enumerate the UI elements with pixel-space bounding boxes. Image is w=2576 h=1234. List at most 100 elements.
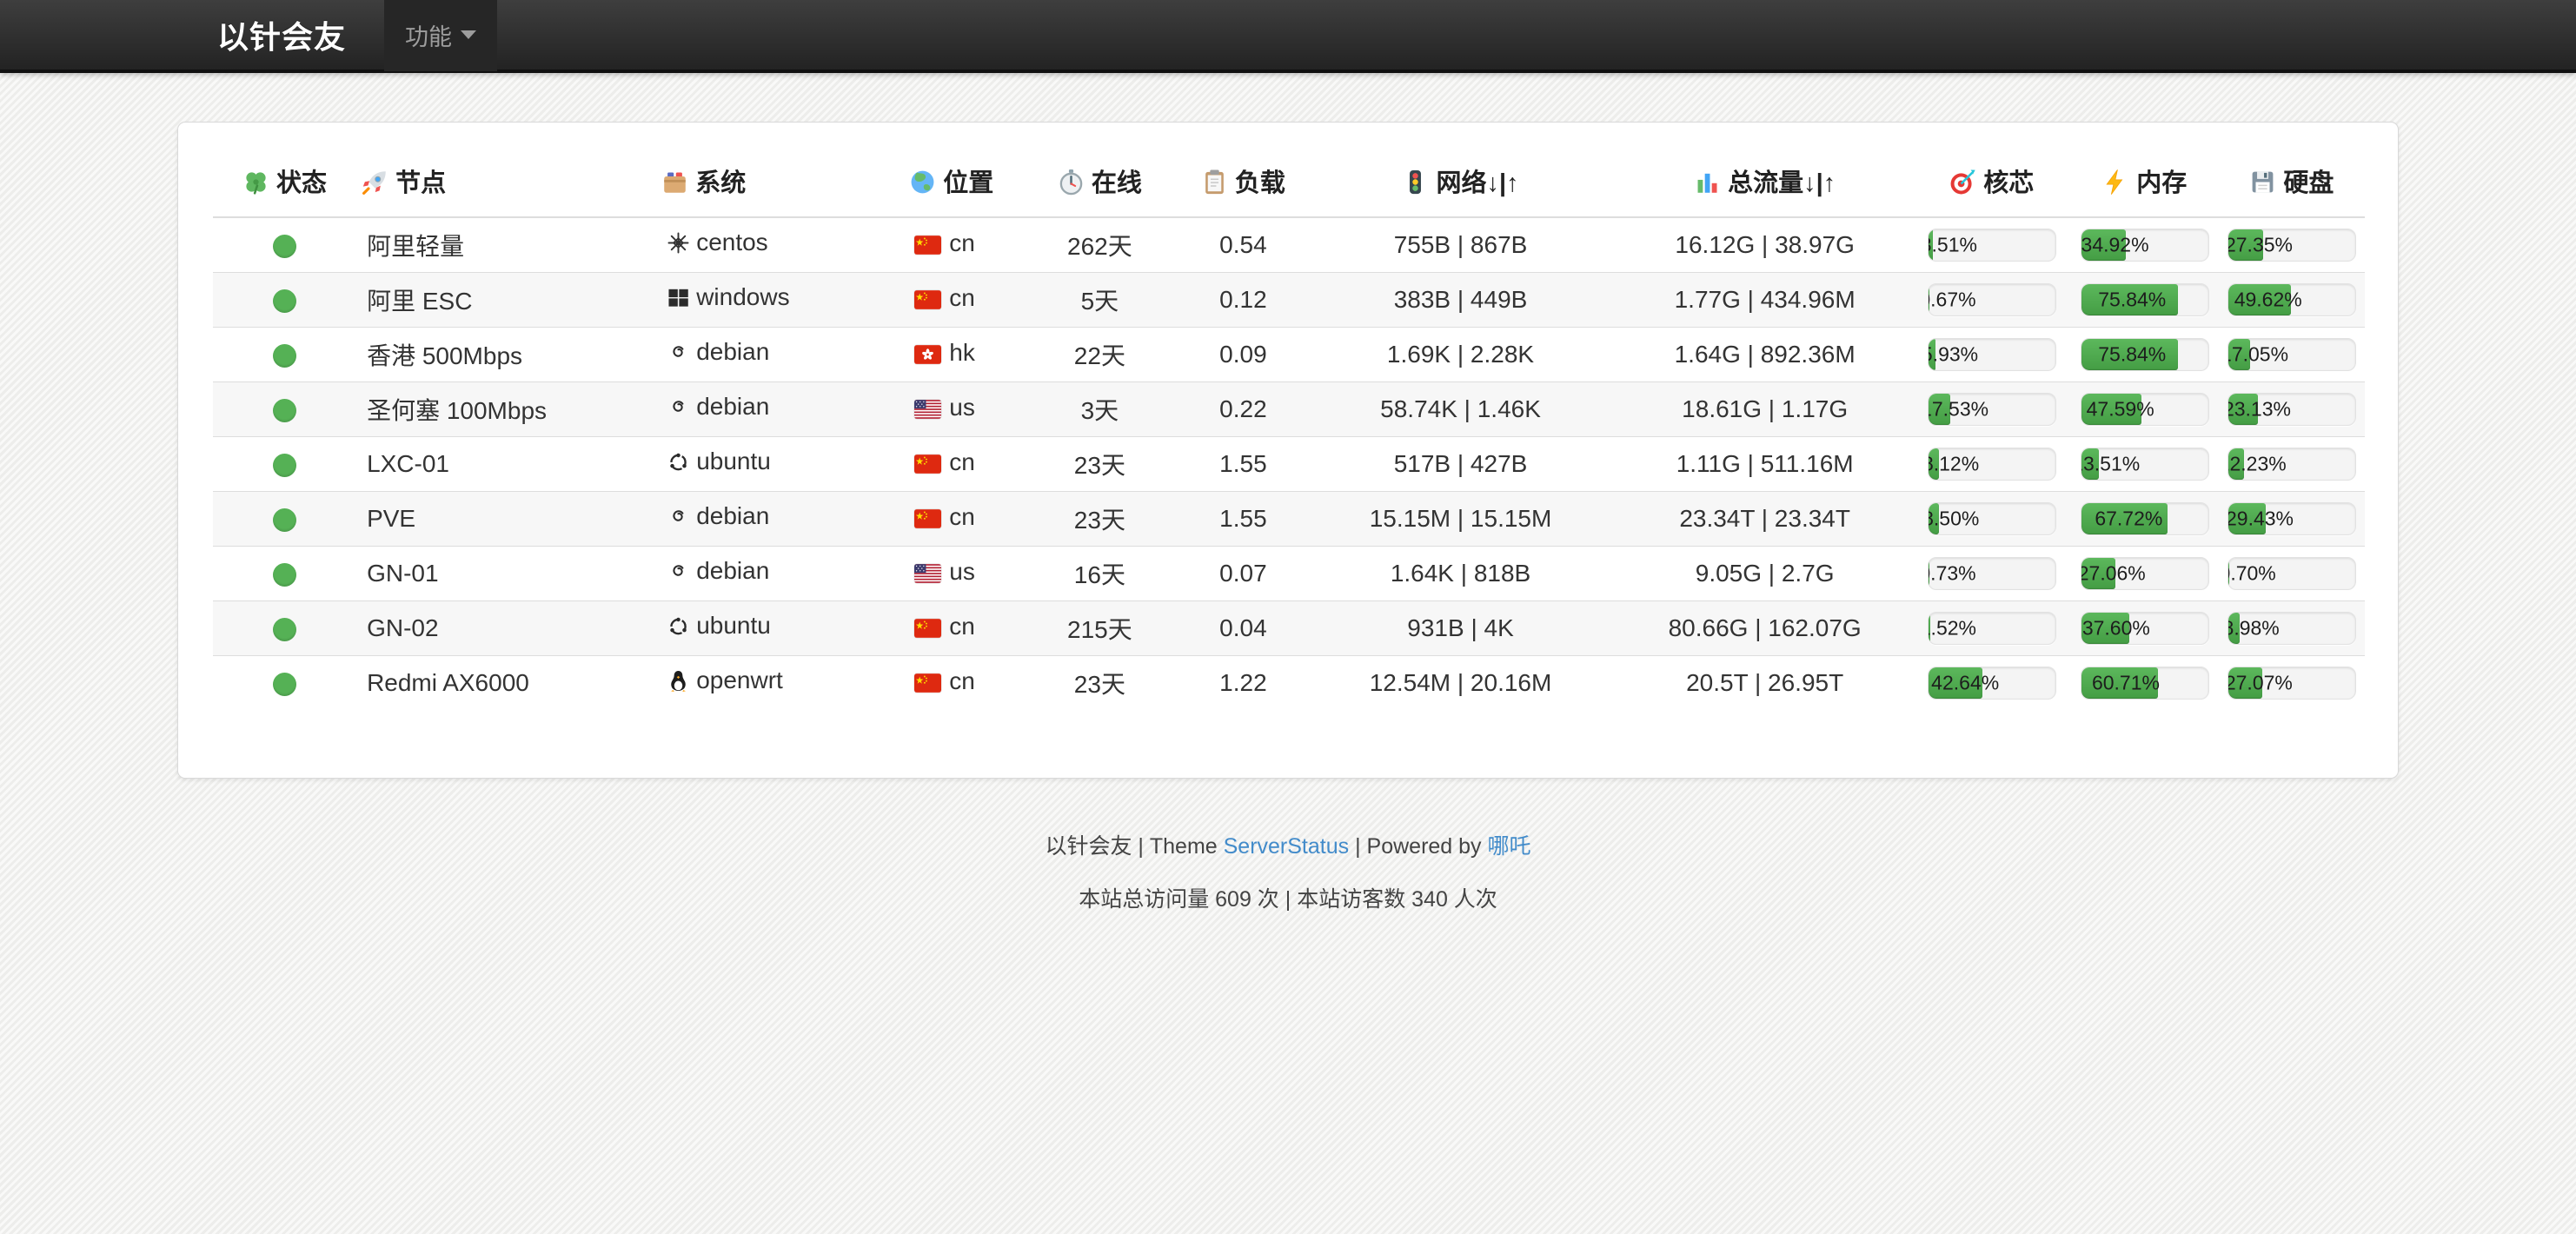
location-cell: us [904, 381, 1017, 436]
os-cell: ubuntu [656, 436, 904, 491]
cpu-percent-label: 0.73% [1928, 561, 1976, 585]
column-header-11: 硬盘 [2219, 145, 2365, 217]
uptime-cell: 16天 [1017, 546, 1182, 600]
disk-percent-label: 27.07% [2227, 671, 2293, 694]
network-speed-cell: 517B | 427B [1304, 436, 1617, 491]
status-cell [213, 491, 356, 546]
column-header-label: 负载 [1235, 169, 1285, 197]
load-cell: 0.54 [1182, 217, 1304, 272]
features-menu[interactable]: 功能 [384, 0, 497, 71]
disk-progress-bar: 17.05% [2227, 338, 2356, 371]
disk-progress-bar: 27.35% [2227, 229, 2356, 262]
network-speed-cell: 383B | 449B [1304, 272, 1617, 327]
cn-flag-icon [914, 452, 941, 480]
traffic-light-icon [1402, 169, 1429, 202]
disk-percent-label: 23.13% [2227, 397, 2291, 421]
network-speed-cell: 15.15M | 15.15M [1304, 491, 1617, 546]
memory-progress-bar: 67.72% [2081, 502, 2209, 535]
brand-link[interactable]: 以针会友 [217, 12, 346, 57]
disk-cell: 27.07% [2219, 655, 2365, 710]
server-row[interactable]: GN-02ubuntucn215天0.04931B | 4K80.66G | 1… [213, 600, 2365, 655]
memory-percent-label: 34.92% [2081, 233, 2149, 256]
memory-cell: 27.06% [2071, 546, 2219, 600]
floppy-disk-icon [2249, 169, 2276, 202]
memory-progress-bar: 37.60% [2081, 612, 2209, 645]
server-row[interactable]: PVEdebiancn23天1.5515.15M | 15.15M23.34T … [213, 491, 2365, 546]
location-label: cn [949, 229, 975, 256]
memory-cell: 13.51% [2071, 436, 2219, 491]
memory-percent-label: 60.71% [2092, 671, 2160, 694]
hk-flag-icon [914, 342, 941, 370]
load-cell: 0.12 [1182, 272, 1304, 327]
column-header-6: 负载 [1182, 145, 1304, 217]
location-cell: cn [904, 436, 1017, 491]
memory-progress-bar: 75.84% [2081, 338, 2209, 371]
disk-progress-bar: 27.07% [2227, 667, 2356, 700]
status-cell [213, 327, 356, 381]
status-cell [213, 272, 356, 327]
bar-chart-icon [1694, 169, 1721, 202]
memory-cell: 75.84% [2071, 327, 2219, 381]
server-row[interactable]: 香港 500Mbpsdebianhk22天0.091.69K | 2.28K1.… [213, 327, 2365, 381]
dart-icon [1949, 169, 1976, 202]
node-name: GN-01 [356, 546, 656, 600]
uptime-cell: 23天 [1017, 491, 1182, 546]
powered-by-link[interactable]: 哪吒 [1488, 834, 1531, 859]
column-header-label: 内存 [2136, 169, 2187, 197]
memory-progress-bar: 60.71% [2081, 667, 2209, 700]
load-cell: 1.22 [1182, 655, 1304, 710]
rocket-icon [362, 169, 388, 202]
node-name: PVE [356, 491, 656, 546]
memory-progress-bar: 34.92% [2081, 229, 2209, 262]
memory-percent-label: 75.84% [2098, 288, 2166, 311]
column-header-7: 网络↓|↑ [1304, 145, 1617, 217]
location-cell: cn [904, 272, 1017, 327]
location-label: cn [949, 284, 975, 311]
status-online-dot [273, 454, 296, 477]
cpu-cell: 3.51% [1913, 217, 2071, 272]
total-traffic-cell: 23.34T | 23.34T [1617, 491, 1913, 546]
cpu-progress-bar: 17.53% [1928, 393, 2056, 426]
status-cell [213, 381, 356, 436]
memory-cell: 34.92% [2071, 217, 2219, 272]
cn-flag-icon [914, 288, 941, 315]
cpu-progress-bar: 1.52% [1928, 612, 2056, 645]
memory-percent-label: 27.06% [2081, 561, 2146, 585]
os-cell: ubuntu [656, 600, 904, 655]
disk-cell: 23.13% [2219, 381, 2365, 436]
load-cell: 1.55 [1182, 491, 1304, 546]
network-speed-cell: 1.69K | 2.28K [1304, 327, 1617, 381]
server-row[interactable]: 阿里轻量centoscn262天0.54755B | 867B16.12G | … [213, 217, 2365, 272]
server-row[interactable]: GN-01debianus16天0.071.64K | 818B9.05G | … [213, 546, 2365, 600]
os-label: windows [696, 283, 789, 310]
memory-percent-label: 37.60% [2082, 616, 2150, 640]
disk-percent-label: 12.23% [2227, 452, 2287, 475]
cpu-cell: 1.52% [1913, 600, 2071, 655]
column-header-label: 状态 [276, 169, 327, 197]
disk-percent-label: 17.05% [2227, 342, 2288, 366]
disk-cell: 12.23% [2219, 436, 2365, 491]
cpu-percent-label: 17.53% [1928, 397, 1988, 421]
node-name: 圣何塞 100Mbps [356, 381, 656, 436]
network-speed-cell: 755B | 867B [1304, 217, 1617, 272]
memory-progress-bar: 75.84% [2081, 283, 2209, 316]
status-cell [213, 546, 356, 600]
disk-percent-label: 29.43% [2227, 507, 2294, 530]
uptime-cell: 215天 [1017, 600, 1182, 655]
server-row[interactable]: 阿里 ESCwindowscn5天0.12383B | 449B1.77G | … [213, 272, 2365, 327]
cpu-cell: 17.53% [1913, 381, 2071, 436]
os-label: openwrt [696, 667, 783, 693]
memory-cell: 60.71% [2071, 655, 2219, 710]
server-row[interactable]: Redmi AX6000openwrtcn23天1.2212.54M | 20.… [213, 655, 2365, 710]
cpu-progress-bar: 0.67% [1928, 283, 2056, 316]
cpu-percent-label: 3.51% [1928, 233, 1977, 256]
theme-link[interactable]: ServerStatus [1224, 834, 1350, 859]
status-online-dot [273, 508, 296, 532]
server-row[interactable]: LXC-01ubuntucn23天1.55517B | 427B1.11G | … [213, 436, 2365, 491]
cpu-progress-bar: 8.12% [1928, 448, 2056, 481]
server-row[interactable]: 圣何塞 100Mbpsdebianus3天0.2258.74K | 1.46K1… [213, 381, 2365, 436]
cn-flag-icon [914, 233, 941, 261]
footer-credits: 以针会友 | Theme ServerStatus | Powered by 哪… [0, 829, 2576, 860]
node-name: 阿里轻量 [356, 217, 656, 272]
cpu-percent-label: 1.52% [1928, 616, 1976, 640]
